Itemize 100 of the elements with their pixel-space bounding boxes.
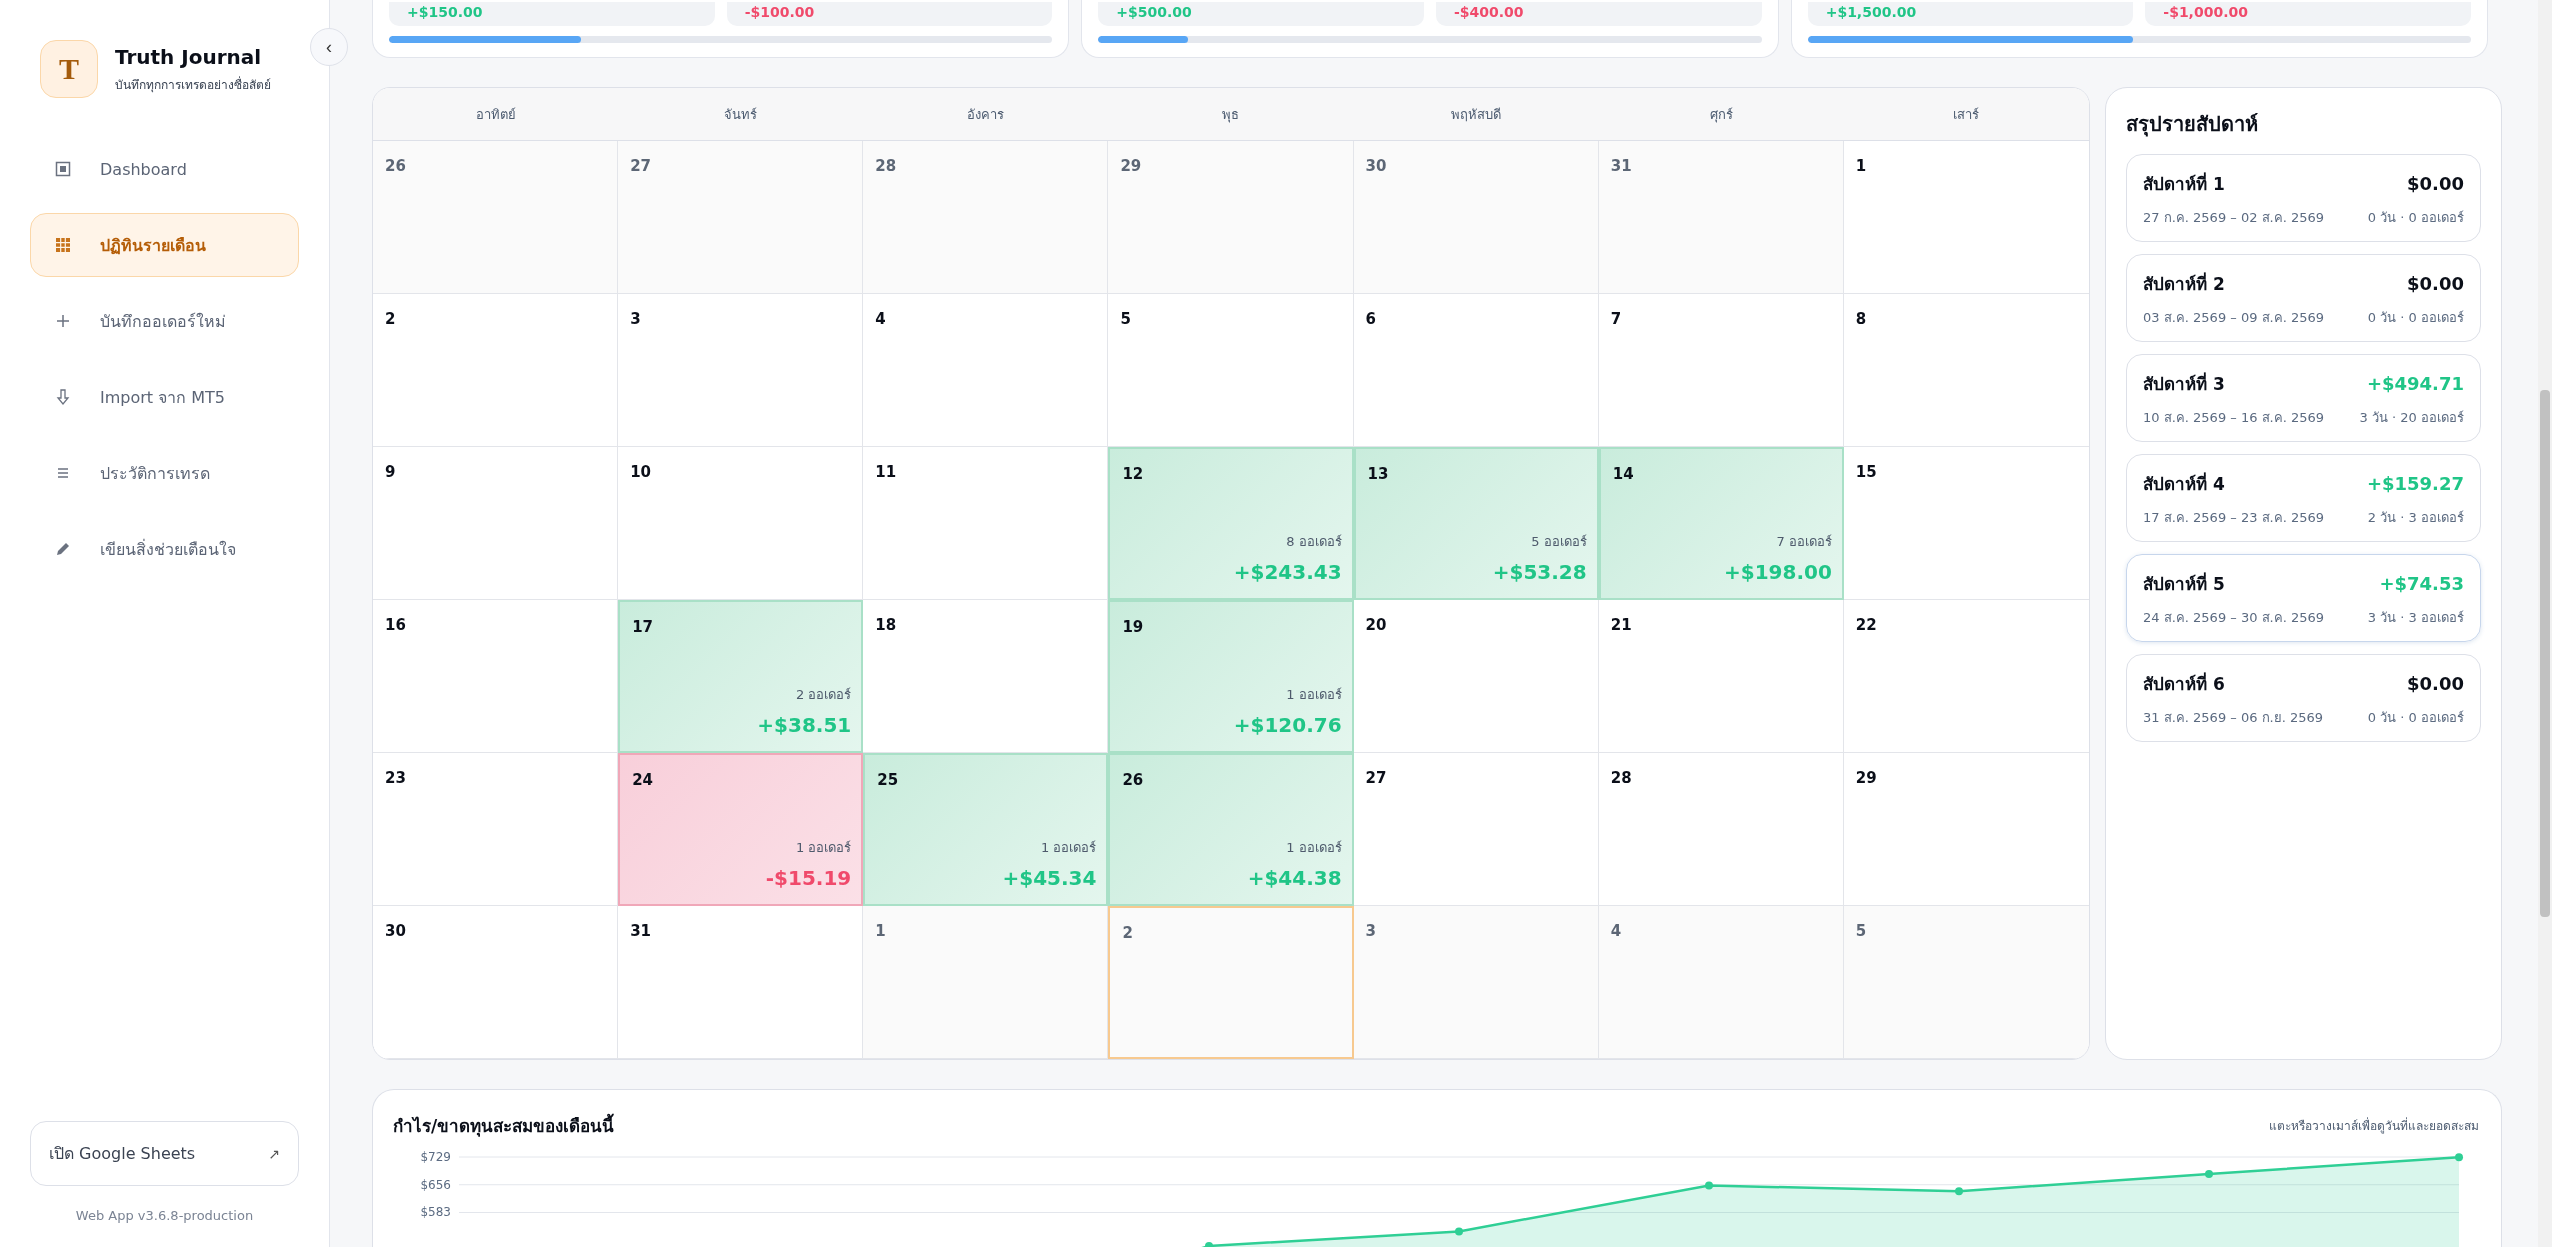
plus-icon bbox=[55, 313, 71, 329]
week-stats: 0 วัน · 0 ออเดอร์ bbox=[2367, 709, 2464, 727]
order-count: 8 ออเดอร์ bbox=[1286, 533, 1342, 551]
day-number: 16 bbox=[385, 616, 407, 634]
data-point[interactable] bbox=[1955, 1187, 1963, 1196]
day-cell[interactable]: 2 bbox=[1108, 906, 1354, 1059]
day-number: 14 bbox=[1612, 465, 1635, 483]
day-cell[interactable]: 26 bbox=[373, 141, 619, 294]
day-cell[interactable]: 24 1 ออเดอร์ -$15.19 bbox=[618, 753, 864, 906]
day-cell[interactable]: 26 1 ออเดอร์ +$44.38 bbox=[1108, 753, 1354, 906]
data-point[interactable] bbox=[1205, 1242, 1213, 1247]
day-number: 4 bbox=[1610, 922, 1623, 940]
day-number: 31 bbox=[630, 922, 652, 940]
day-cell[interactable]: 7 bbox=[1598, 294, 1844, 447]
day-cell[interactable]: 19 1 ออเดอร์ +$120.76 bbox=[1108, 600, 1354, 753]
day-cell[interactable]: 25 1 ออเดอร์ +$45.34 bbox=[863, 753, 1109, 906]
week-amount: +$494.71 bbox=[2366, 373, 2464, 394]
day-cell[interactable]: 27 bbox=[618, 141, 864, 294]
day-number: 6 bbox=[1365, 310, 1377, 328]
chart-title: กำไร/ขาดทุนสะสมของเดือนนี้ bbox=[393, 1112, 615, 1139]
day-number: 3 bbox=[630, 310, 642, 328]
day-number: 1 bbox=[1855, 157, 1868, 175]
day-number: 21 bbox=[1610, 616, 1633, 634]
day-cell[interactable]: 31 bbox=[618, 906, 864, 1059]
day-cell[interactable]: 11 bbox=[863, 447, 1109, 600]
order-count: 5 ออเดอร์ bbox=[1531, 533, 1587, 551]
sidebar-item[interactable]: Import จาก MT5 bbox=[30, 365, 299, 429]
sidebar-item[interactable]: เขียนสิ่งช่วยเตือนใจ bbox=[30, 517, 299, 581]
week-label: สัปดาห์ที่ 2 bbox=[2143, 271, 2225, 296]
day-pnl: +$45.34 bbox=[1002, 866, 1097, 890]
day-number: 18 bbox=[875, 616, 898, 634]
order-count: 7 ออเดอร์ bbox=[1776, 533, 1832, 551]
day-cell[interactable]: 21 bbox=[1598, 600, 1844, 753]
weekday-header: จันทร์ bbox=[618, 88, 864, 141]
sidebar-item[interactable]: ปฏิทินรายเดือน bbox=[30, 213, 299, 277]
data-point[interactable] bbox=[2205, 1170, 2213, 1179]
day-cell[interactable]: 14 7 ออเดอร์ +$198.00 bbox=[1598, 447, 1844, 600]
day-cell[interactable]: 16 bbox=[373, 600, 619, 753]
day-number: 22 bbox=[1855, 616, 1878, 634]
order-count: 1 ออเดอร์ bbox=[1286, 839, 1342, 857]
panel-title: สรุปรายสัปดาห์ bbox=[2126, 111, 2259, 139]
sidebar-item[interactable]: ประวัติการเทรด bbox=[30, 441, 299, 505]
day-number: 9 bbox=[385, 463, 397, 481]
week-card[interactable]: สัปดาห์ที่ 1 $0.00 27 ก.ค. 2569 – 02 ส.ค. 2569 0 วัน · 0 ออเดอร์ bbox=[2126, 154, 2481, 242]
day-cell[interactable]: 18 bbox=[863, 600, 1109, 753]
day-cell[interactable]: 28 bbox=[1598, 753, 1844, 906]
week-card[interactable]: สัปดาห์ที่ 5 +$74.53 24 ส.ค. 2569 – 30 ส.ค. 2569 3 วัน · 3 ออเดอร์ bbox=[2126, 554, 2481, 642]
profit-target: +$500.00 bbox=[1098, 2, 1424, 26]
day-cell[interactable]: 3 bbox=[1353, 906, 1599, 1059]
data-point[interactable] bbox=[1455, 1227, 1463, 1236]
data-point[interactable] bbox=[2455, 1153, 2463, 1162]
week-card[interactable]: สัปดาห์ที่ 2 $0.00 03 ส.ค. 2569 – 09 ส.ค. 2569 0 วัน · 0 ออเดอร์ bbox=[2126, 254, 2481, 342]
week-card[interactable]: สัปดาห์ที่ 6 $0.00 31 ส.ค. 2569 – 06 ก.ย. 2569 0 วัน · 0 ออเดอร์ bbox=[2126, 654, 2481, 742]
day-cell[interactable]: 5 bbox=[1108, 294, 1354, 447]
day-cell[interactable]: 17 2 ออเดอร์ +$38.51 bbox=[618, 600, 864, 753]
day-cell[interactable]: 9 bbox=[373, 447, 619, 600]
day-cell[interactable]: 28 bbox=[863, 141, 1109, 294]
sidebar-item[interactable]: Dashboard bbox=[30, 137, 299, 201]
day-cell[interactable]: 10 bbox=[618, 447, 864, 600]
day-cell[interactable]: 1 bbox=[863, 906, 1109, 1059]
order-count: 2 ออเดอร์ bbox=[795, 686, 852, 704]
day-number: 28 bbox=[1610, 769, 1633, 787]
day-cell[interactable]: 6 bbox=[1353, 294, 1599, 447]
scrollbar-thumb[interactable] bbox=[2540, 390, 2550, 917]
weekday-header: พฤหัสบดี bbox=[1353, 88, 1599, 141]
day-cell[interactable]: 4 bbox=[863, 294, 1109, 447]
day-cell[interactable]: 2 bbox=[373, 294, 619, 447]
app-subtitle: บันทึกทุกการเทรดอย่างซื่อสัตย์ bbox=[115, 75, 271, 94]
day-pnl: -$15.19 bbox=[765, 866, 852, 890]
day-cell[interactable]: 12 8 ออเดอร์ +$243.43 bbox=[1108, 447, 1354, 600]
sheets-button[interactable]: เปิด Google Sheets ↗ bbox=[30, 1121, 299, 1186]
scrollbar[interactable] bbox=[2538, 0, 2552, 1247]
day-cell[interactable]: 23 bbox=[373, 753, 619, 906]
day-cell[interactable]: 31 bbox=[1598, 141, 1844, 294]
day-pnl: +$120.76 bbox=[1233, 713, 1342, 737]
day-cell[interactable]: 3 bbox=[618, 294, 864, 447]
date-range: 27 ก.ค. 2569 – 02 ส.ค. 2569 bbox=[2143, 209, 2325, 227]
day-cell[interactable]: 4 bbox=[1598, 906, 1844, 1059]
day-cell[interactable]: 20 bbox=[1353, 600, 1599, 753]
day-cell[interactable]: 27 bbox=[1353, 753, 1599, 906]
collapse-button[interactable]: ‹ bbox=[310, 28, 348, 66]
day-cell[interactable]: 13 5 ออเดอร์ +$53.28 bbox=[1353, 447, 1599, 600]
day-number: 10 bbox=[630, 463, 652, 481]
week-card[interactable]: สัปดาห์ที่ 4 +$159.27 17 ส.ค. 2569 – 23 ส.ค. 2569 2 วัน · 3 ออเดอร์ bbox=[2126, 454, 2481, 542]
sidebar-item[interactable]: บันทึกออเดอร์ใหม่ bbox=[30, 289, 299, 353]
day-cell[interactable]: 30 bbox=[373, 906, 619, 1059]
day-number: 31 bbox=[1610, 157, 1633, 175]
day-number: 26 bbox=[1122, 771, 1145, 789]
day-cell[interactable]: 5 bbox=[1843, 906, 2089, 1059]
list-icon bbox=[55, 465, 71, 481]
day-number: 30 bbox=[1365, 157, 1388, 175]
date-range: 31 ส.ค. 2569 – 06 ก.ย. 2569 bbox=[2143, 709, 2324, 727]
week-amount: $0.00 bbox=[2407, 273, 2464, 294]
week-card[interactable]: สัปดาห์ที่ 3 +$494.71 10 ส.ค. 2569 – 16 ส.ค. 2569 3 วัน · 20 ออเดอร์ bbox=[2126, 354, 2481, 442]
order-count: 1 ออเดอร์ bbox=[1286, 686, 1342, 704]
day-cell[interactable]: 29 bbox=[1108, 141, 1354, 294]
date-range: 03 ส.ค. 2569 – 09 ส.ค. 2569 bbox=[2143, 309, 2325, 327]
week-amount: $0.00 bbox=[2407, 673, 2464, 694]
data-point[interactable] bbox=[1705, 1181, 1713, 1190]
day-cell[interactable]: 30 bbox=[1353, 141, 1599, 294]
